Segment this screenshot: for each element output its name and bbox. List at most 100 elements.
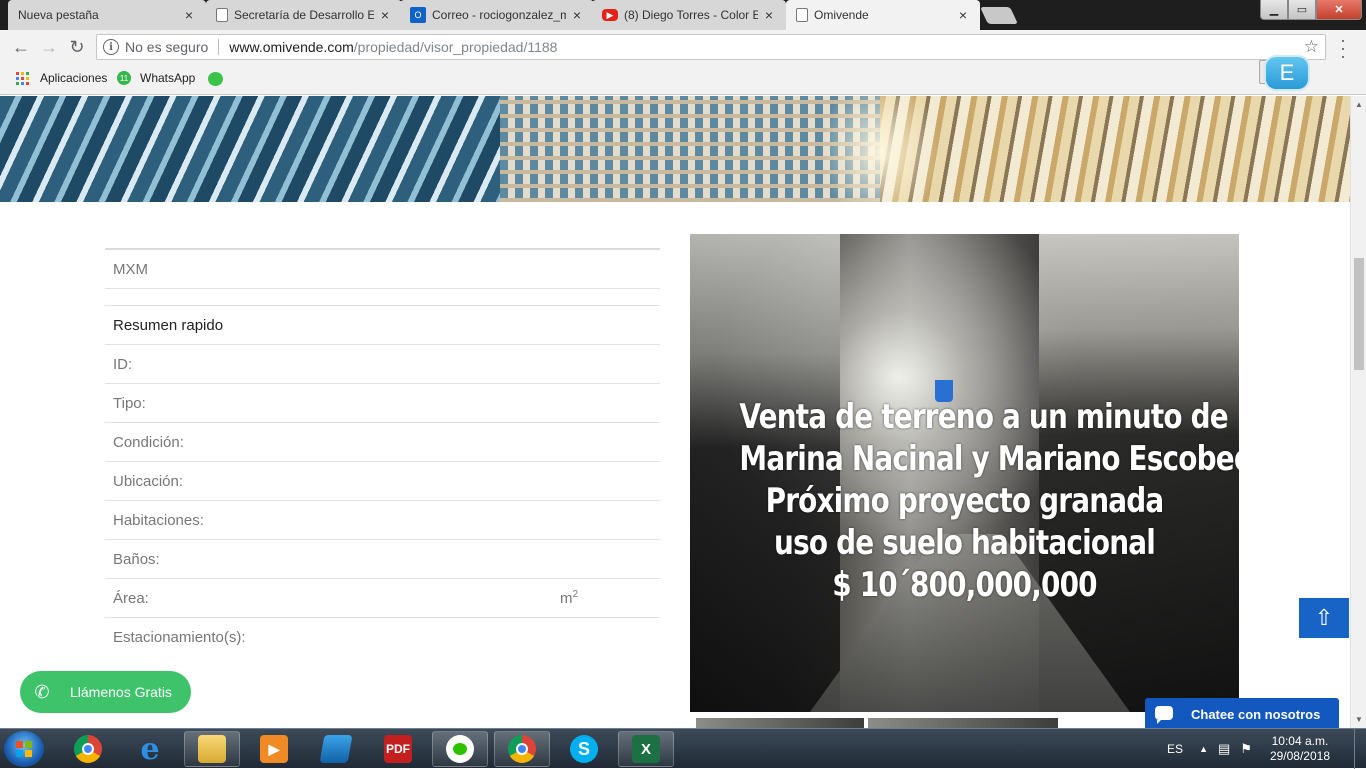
youtube-icon: ▶ [602,9,618,21]
system-tray: ES ▲ ▤ ⚑ 10:04 a.m. 29/08/2018 [1167,729,1354,769]
clock-date: 29/08/2018 [1269,749,1330,763]
taskbar-pdf[interactable]: PDF [370,731,426,767]
scroll-down-arrow-icon[interactable]: ▼ [1351,715,1366,724]
windows-taskbar: e ▶ PDF S X ES ▲ ▤ ⚑ 10:04 a.m. 29/08/20… [0,728,1366,769]
window-controls: ▁ ▭ ✕ [1260,0,1362,20]
bookmark-apps[interactable]: Aplicaciones [16,71,107,85]
field-label: Baños: [113,550,160,568]
divider [218,39,220,55]
tab-title: Correo - rociogonzalez_m [432,8,566,22]
chat-label: Chatee con nosotros [1191,706,1321,722]
address-bar[interactable]: i No es seguro www.omivende.com/propieda… [96,34,1326,60]
arrow-up-icon: ⇧ [1314,605,1334,630]
taskbar-chrome-pinned[interactable] [60,731,116,767]
scrollbar-thumb[interactable] [1354,258,1364,370]
call-free-label: Llámenos Gratis [70,684,172,700]
page-icon [216,8,228,22]
close-window-button[interactable]: ✕ [1316,0,1362,20]
unit-superscript: 2 [572,589,579,600]
tab-close-icon[interactable]: × [378,7,392,23]
chrome-menu-icon[interactable]: · · · [1338,31,1348,65]
tab-title: (8) Diego Torres - Color E [624,8,758,22]
tab-omivende[interactable]: Omivende × [786,0,980,30]
back-arrow-icon[interactable]: ← [10,36,32,58]
glass-building-image [0,96,500,202]
summary-title: Resumen rapido [105,306,660,345]
tab-secretaria[interactable]: Secretaría de Desarrollo E × [206,0,402,30]
network-icon[interactable]: ▤ [1218,741,1230,757]
pdf-reader-icon: PDF [384,735,412,763]
tab-close-icon[interactable]: × [182,7,196,23]
field-label: Habitaciones: [113,511,204,529]
field-parking: Estacionamiento(s): [105,618,660,657]
whatsapp-badge-icon: 11 [117,71,131,85]
unit-text: m [560,590,573,607]
extension-e-icon[interactable]: E [1266,57,1308,89]
tab-new-tab[interactable]: Nueva pestaña × [8,0,206,30]
taskbar-excel[interactable]: X [618,731,674,767]
taskbar-spreadsheet-app[interactable] [308,731,364,767]
field-label: Condición: [113,433,184,451]
maximize-button[interactable]: ▭ [1288,0,1316,20]
tab-title: Omivende [814,8,869,22]
internet-explorer-icon: e [140,731,160,767]
taskbar-wechat[interactable] [432,731,488,767]
chrome-icon [508,735,536,763]
action-center-flag-icon[interactable]: ⚑ [1240,741,1252,757]
taskbar-skype[interactable]: S [556,731,612,767]
chat-bubble-icon [1155,706,1173,724]
tab-title: Nueva pestaña [18,8,99,22]
currency-row: MXM [105,248,660,289]
call-free-button[interactable]: ✆ Llámenos Gratis [20,671,191,713]
language-indicator[interactable]: ES [1167,742,1183,756]
taskbar-media-player[interactable]: ▶ [246,731,302,767]
taskbar-ie[interactable]: e [122,731,178,767]
start-button[interactable] [4,731,44,767]
info-icon[interactable]: i [103,39,119,55]
property-photo[interactable]: Venta de terreno a un minuto de Marina N… [690,234,1239,712]
tab-correo[interactable]: O Correo - rociogonzalez_m × [400,0,594,30]
bookmark-whatsapp[interactable]: 11 WhatsApp [117,71,195,85]
scroll-up-arrow-icon[interactable]: ▲ [1351,100,1366,109]
new-tab-button[interactable] [980,7,1018,24]
phone-icon: ✆ [34,681,50,702]
caption-line: uso de suelo habitacional [774,523,1156,563]
wechat-icon [446,735,474,763]
tab-close-icon[interactable]: × [570,7,584,23]
forward-arrow-icon[interactable]: → [38,36,60,58]
photo-caption: Venta de terreno a un minuto de Marina N… [739,396,1239,606]
caption-line: $ 10´800,000,000 [832,565,1097,605]
field-area: Área: m2 [105,579,660,618]
page-icon [796,8,808,22]
media-player-icon: ▶ [260,735,288,763]
skype-icon: S [570,735,598,763]
taskbar-chrome-open[interactable] [494,731,550,767]
chat-button[interactable]: Chatee con nosotros [1145,698,1339,728]
tab-close-icon[interactable]: × [956,7,970,23]
tab-close-icon[interactable]: × [762,7,776,23]
reload-icon[interactable]: ↻ [66,36,88,58]
bookmarks-bar: Aplicaciones 11 WhatsApp [0,64,1366,95]
show-hidden-icons-icon[interactable]: ▲ [1199,744,1208,754]
field-bathrooms: Baños: [105,540,660,579]
clock-time: 10:04 a.m. [1271,734,1329,748]
thumbnail[interactable] [696,718,864,728]
golden-building-image [880,96,1350,202]
vertical-scrollbar[interactable]: ▲ ▼ [1350,96,1366,728]
scroll-to-top-button[interactable]: ⇧ [1299,598,1349,638]
security-label[interactable]: No es seguro [125,39,208,55]
whatsapp-icon[interactable] [208,72,223,86]
tab-title: Secretaría de Desarrollo E [234,8,374,22]
outlook-icon: O [410,7,426,23]
show-desktop-button[interactable] [1354,729,1366,769]
field-label: Ubicación: [113,472,184,490]
bookmark-star-icon[interactable]: ☆ [1304,37,1319,57]
minimize-button[interactable]: ▁ [1260,0,1288,20]
tab-youtube[interactable]: ▶ (8) Diego Torres - Color E × [592,0,786,30]
taskbar-explorer[interactable] [184,731,240,767]
sun-glare [820,96,940,202]
windows-logo-icon [16,741,32,757]
clock[interactable]: 10:04 a.m. 29/08/2018 [1270,734,1330,764]
hero-banner-image [0,96,1350,202]
thumbnail[interactable] [868,718,1058,728]
